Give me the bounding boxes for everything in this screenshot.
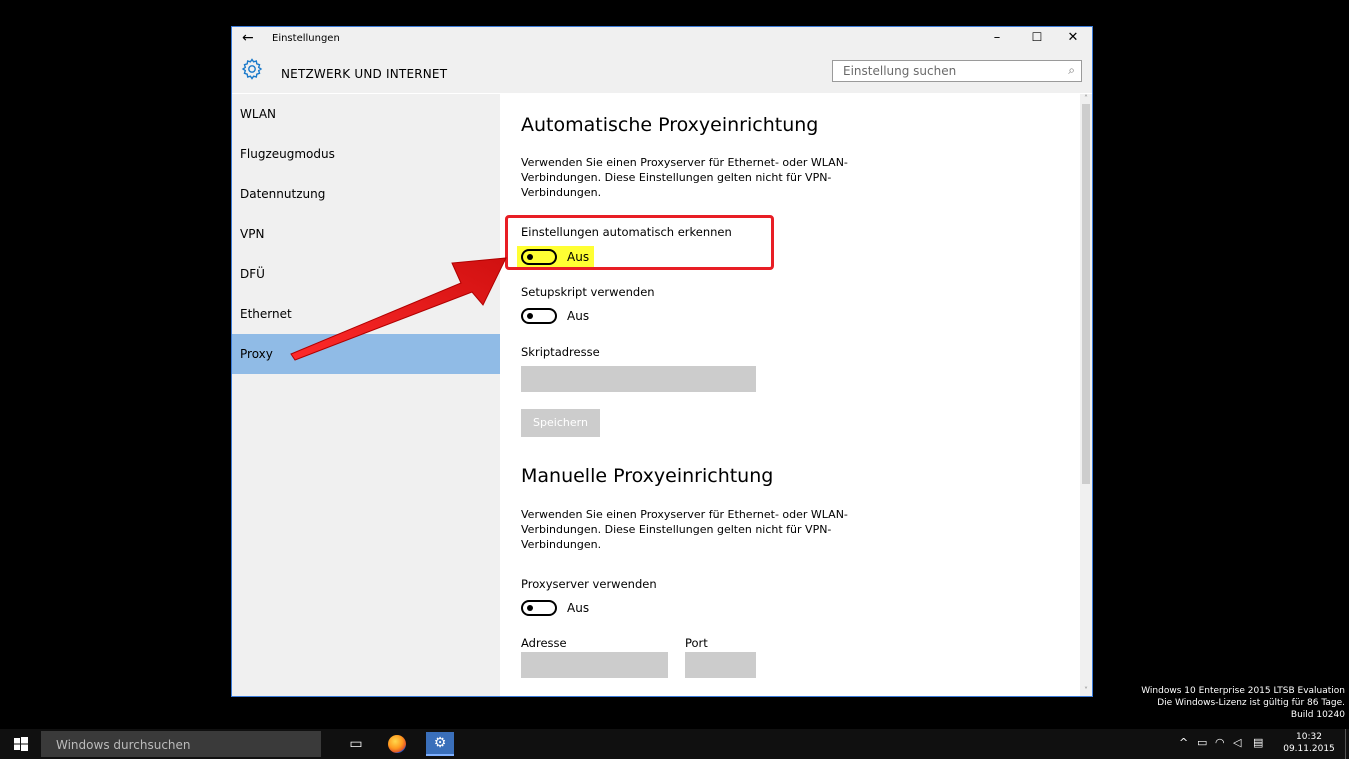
- back-arrow-icon[interactable]: ←: [242, 30, 254, 46]
- taskbar-search-box[interactable]: [41, 731, 338, 759]
- sidebar-item-label: Proxy: [240, 347, 273, 361]
- page-title: NETZWERK UND INTERNET: [281, 67, 448, 81]
- auto-proxy-description: Verwenden Sie einen Proxyserver für Ethe…: [521, 156, 848, 199]
- minimize-button[interactable]: –: [982, 30, 1012, 50]
- setup-script-toggle[interactable]: [521, 308, 557, 324]
- search-icon[interactable]: ⌕: [1068, 63, 1075, 78]
- sidebar-item-dfue[interactable]: DFÜ: [232, 254, 500, 294]
- header-bar: NETZWERK UND INTERNET ⌕: [232, 53, 1092, 93]
- wifi-icon[interactable]: ◠: [1215, 736, 1225, 749]
- content-scrollbar[interactable]: ˄ ˅: [1080, 94, 1092, 696]
- volume-icon[interactable]: ◁: [1233, 736, 1241, 749]
- setup-script-state: Aus: [567, 309, 590, 323]
- settings-app-icon[interactable]: ⚙: [426, 732, 454, 756]
- port-input[interactable]: [685, 652, 756, 678]
- use-proxy-state: Aus: [567, 601, 590, 615]
- address-input[interactable]: [521, 652, 668, 678]
- port-label: Port: [685, 636, 708, 650]
- use-proxy-label: Proxyserver verwenden: [521, 577, 657, 591]
- sidebar-item-flugzeugmodus[interactable]: Flugzeugmodus: [232, 134, 500, 174]
- proxy-settings-content: Automatische Proxyeinrichtung Verwenden …: [500, 94, 1080, 696]
- annotation-highlight-box: [505, 215, 774, 270]
- watermark-line: Build 10240: [1290, 710, 1345, 720]
- system-tray: ^ ▭ ◠ ◁ ▤ 10:32 09.11.2015: [1169, 729, 1349, 759]
- sidebar-item-label: Flugzeugmodus: [240, 147, 335, 161]
- action-center-icon[interactable]: ▤: [1253, 736, 1263, 749]
- sidebar-item-label: Datennutzung: [240, 187, 326, 201]
- settings-search-input[interactable]: [833, 61, 1063, 81]
- manual-proxy-description: Verwenden Sie einen Proxyserver für Ethe…: [521, 508, 848, 551]
- sidebar: WLAN Flugzeugmodus Datennutzung VPN DFÜ …: [232, 94, 500, 696]
- sidebar-item-vpn[interactable]: VPN: [232, 214, 500, 254]
- windows-start-icon[interactable]: [13, 736, 29, 752]
- task-view-icon[interactable]: ▭: [341, 732, 371, 756]
- clock-time: 10:32: [1296, 732, 1322, 742]
- taskbar: ▭ ⚙ ^ ▭ ◠ ◁ ▤ 10:32 09.11.2015: [0, 729, 1349, 759]
- windows-evaluation-watermark: Windows 10 Enterprise 2015 LTSB Evaluati…: [1141, 685, 1345, 721]
- taskbar-search-input[interactable]: [41, 731, 338, 759]
- toggle-knob: [527, 605, 533, 611]
- close-button[interactable]: ✕: [1058, 30, 1088, 50]
- sidebar-item-ethernet[interactable]: Ethernet: [232, 294, 500, 334]
- address-label: Adresse: [521, 636, 567, 650]
- settings-window: ← Einstellungen – ☐ ✕ NETZWERK UND INTER…: [231, 26, 1093, 697]
- scroll-down-icon[interactable]: ˅: [1080, 686, 1092, 696]
- settings-search-box[interactable]: ⌕: [832, 60, 1082, 82]
- battery-icon[interactable]: ▭: [1197, 736, 1207, 749]
- window-title: Einstellungen: [272, 33, 340, 44]
- sidebar-item-proxy[interactable]: Proxy: [232, 334, 500, 374]
- watermark-line: Die Windows-Lizenz ist gültig für 86 Tag…: [1157, 698, 1345, 708]
- chevron-up-icon[interactable]: ^: [1179, 736, 1188, 749]
- setup-script-label: Setupskript verwenden: [521, 285, 655, 299]
- scroll-up-icon[interactable]: ˄: [1080, 94, 1092, 104]
- script-address-input[interactable]: [521, 366, 756, 392]
- use-proxy-toggle[interactable]: [521, 600, 557, 616]
- sidebar-item-label: DFÜ: [240, 267, 265, 281]
- manual-proxy-heading: Manuelle Proxyeinrichtung: [521, 465, 774, 487]
- auto-proxy-heading: Automatische Proxyeinrichtung: [521, 114, 819, 136]
- firefox-icon[interactable]: [388, 735, 406, 753]
- show-desktop-button[interactable]: [1345, 729, 1349, 759]
- toggle-knob: [527, 313, 533, 319]
- script-address-label: Skriptadresse: [521, 345, 600, 359]
- sidebar-item-label: VPN: [240, 227, 265, 241]
- gear-icon: [240, 57, 264, 81]
- clock-date: 09.11.2015: [1283, 744, 1335, 754]
- sidebar-item-datennutzung[interactable]: Datennutzung: [232, 174, 500, 214]
- sidebar-item-label: Ethernet: [240, 307, 292, 321]
- taskbar-clock[interactable]: 10:32 09.11.2015: [1279, 731, 1339, 755]
- save-button[interactable]: Speichern: [521, 409, 600, 437]
- sidebar-item-label: WLAN: [240, 107, 277, 121]
- watermark-line: Windows 10 Enterprise 2015 LTSB Evaluati…: [1141, 686, 1345, 696]
- scrollbar-thumb[interactable]: [1082, 104, 1090, 484]
- sidebar-item-wlan[interactable]: WLAN: [232, 94, 500, 134]
- maximize-button[interactable]: ☐: [1022, 30, 1052, 50]
- title-bar: ← Einstellungen – ☐ ✕: [232, 27, 1092, 53]
